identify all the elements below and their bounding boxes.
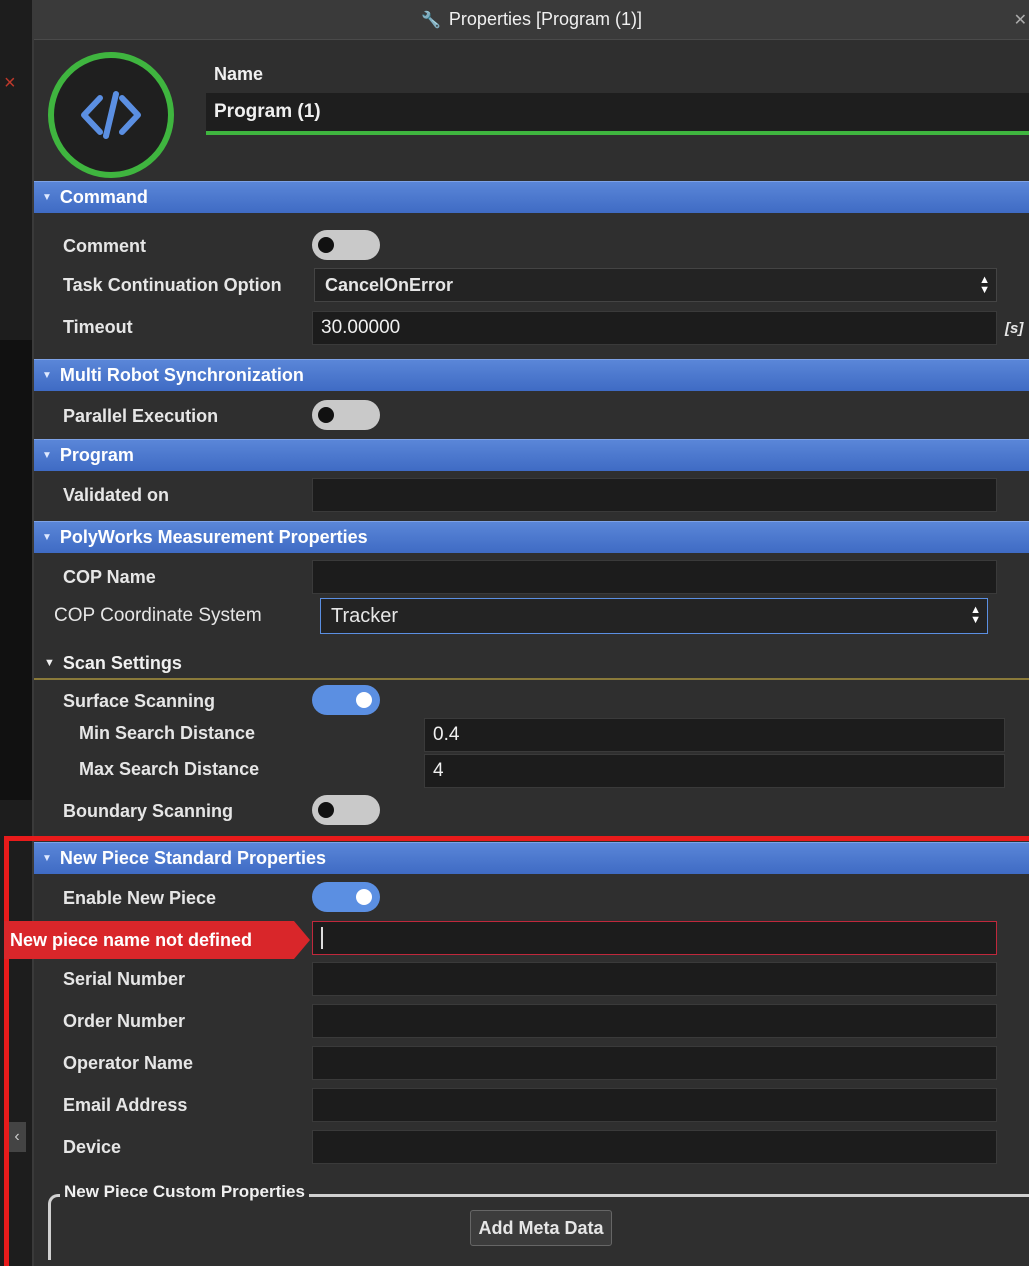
error-highlight-top-border [4, 836, 1029, 841]
section-new-piece-header[interactable]: ▼ New Piece Standard Properties [34, 842, 1029, 874]
section-title: Scan Settings [62, 652, 182, 673]
serial-number-input[interactable] [312, 962, 997, 996]
add-meta-data-button[interactable]: Add Meta Data [470, 1210, 612, 1246]
device-input[interactable] [312, 1130, 997, 1164]
parallel-execution-toggle[interactable] [312, 400, 380, 430]
section-title: Command [59, 187, 148, 207]
timeout-unit: [s] [1005, 320, 1024, 337]
enable-new-piece-label: Enable New Piece [63, 888, 217, 908]
timeout-label: Timeout [63, 317, 133, 337]
surface-scanning-toggle[interactable] [312, 685, 380, 715]
left-side-strip: × ‹ [0, 0, 34, 1266]
side-strip-band [0, 340, 32, 800]
serial-number-label: Serial Number [63, 969, 186, 989]
panel-title: Properties [Program (1)] [448, 9, 642, 29]
section-multi-robot-header[interactable]: ▼ Multi Robot Synchronization [34, 359, 1029, 391]
device-label: Device [63, 1137, 122, 1157]
select-value: Tracker [331, 604, 399, 627]
enable-new-piece-toggle[interactable] [312, 882, 380, 912]
cop-name-input[interactable] [312, 560, 997, 594]
program-code-icon [48, 52, 174, 178]
properties-panel: 🔧 Properties [Program (1)] ✕ Name Progra… [34, 0, 1029, 1266]
cop-coordinate-system-select[interactable]: Tracker ▲ ▼ [320, 598, 988, 634]
spinner-arrows-icon: ▲ ▼ [970, 604, 981, 626]
custom-properties-title: New Piece Custom Properties [60, 1182, 309, 1202]
operator-name-input[interactable] [312, 1046, 997, 1080]
select-value: CancelOnError [325, 274, 454, 295]
boundary-scanning-label: Boundary Scanning [63, 801, 234, 821]
toggle-knob [356, 692, 372, 708]
parallel-execution-label: Parallel Execution [63, 406, 219, 426]
section-title: New Piece Standard Properties [59, 848, 327, 868]
task-continuation-select[interactable]: CancelOnError ▲ ▼ [314, 268, 997, 302]
comment-toggle[interactable] [312, 230, 380, 260]
collapse-triangle-icon: ▼ [42, 532, 52, 543]
spinner-arrows-icon: ▲ ▼ [979, 274, 990, 296]
collapse-triangle-icon: ▼ [44, 657, 55, 669]
section-title: Multi Robot Synchronization [59, 365, 304, 385]
order-number-input[interactable] [312, 1004, 997, 1038]
max-search-distance-input[interactable]: 4 [424, 754, 1005, 788]
toggle-knob [318, 237, 334, 253]
toggle-knob [318, 802, 334, 818]
cop-name-label: COP Name [63, 567, 156, 587]
collapse-triangle-icon: ▼ [42, 370, 52, 381]
section-title: Program [59, 445, 134, 465]
section-command-header[interactable]: ▼ Command [34, 181, 1029, 213]
max-search-distance-label: Max Search Distance [79, 759, 260, 779]
section-polyworks-header[interactable]: ▼ PolyWorks Measurement Properties [34, 521, 1029, 553]
validated-on-label: Validated on [63, 485, 170, 505]
close-x-icon[interactable]: × [4, 72, 16, 95]
cop-coordinate-system-label: COP Coordinate System [54, 605, 262, 626]
collapse-triangle-icon: ▼ [42, 450, 52, 461]
surface-scanning-label: Surface Scanning [63, 691, 216, 711]
email-address-label: Email Address [63, 1095, 188, 1115]
collapse-arrow-icon[interactable]: ‹ [8, 1122, 26, 1152]
panel-titlebar: 🔧 Properties [Program (1)] ✕ [34, 0, 1029, 40]
error-message-tag: New piece name not defined [4, 921, 310, 959]
task-continuation-label: Task Continuation Option [63, 275, 282, 295]
section-title: PolyWorks Measurement Properties [59, 527, 368, 547]
section-program-header[interactable]: ▼ Program [34, 439, 1029, 471]
toggle-knob [356, 889, 372, 905]
collapse-triangle-icon: ▼ [42, 853, 52, 864]
text-cursor [321, 927, 323, 949]
comment-label: Comment [63, 236, 147, 256]
validated-on-field [312, 478, 997, 512]
boundary-scanning-toggle[interactable] [312, 795, 380, 825]
order-number-label: Order Number [63, 1011, 186, 1031]
panel-close-icon[interactable]: ✕ [1014, 10, 1027, 30]
collapse-triangle-icon: ▼ [42, 192, 52, 203]
wrench-icon: 🔧 [421, 11, 441, 29]
new-piece-name-input[interactable] [312, 921, 997, 955]
min-search-distance-input[interactable]: 0.4 [424, 718, 1005, 752]
name-input[interactable]: Program (1) [206, 93, 1029, 135]
operator-name-label: Operator Name [63, 1053, 194, 1073]
toggle-knob [318, 407, 334, 423]
timeout-input[interactable]: 30.00000 [312, 311, 997, 345]
min-search-distance-label: Min Search Distance [79, 723, 256, 743]
scan-settings-header[interactable]: ▼ Scan Settings [34, 648, 1029, 680]
name-label: Name [214, 64, 264, 84]
email-address-input[interactable] [312, 1088, 997, 1122]
